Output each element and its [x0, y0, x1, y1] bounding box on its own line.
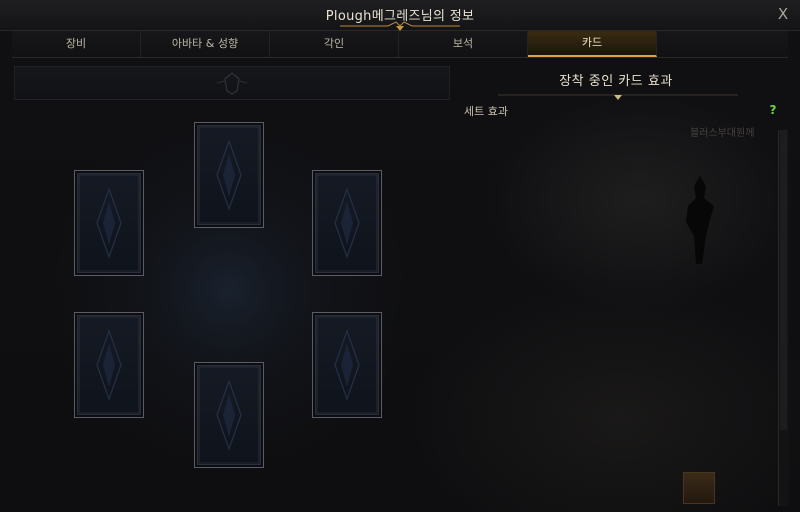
card-back-icon	[198, 126, 260, 224]
close-button[interactable]: X	[774, 5, 792, 23]
card-slot-1[interactable]	[194, 122, 264, 228]
card-back-icon	[78, 316, 140, 414]
tab-bar: 장비 아바타 & 성향 각인 보석 카드	[12, 31, 788, 58]
card-slot-5[interactable]	[312, 312, 382, 418]
background-overlay-text: 블러스부대원께	[690, 128, 755, 139]
help-icon: ?	[769, 103, 777, 117]
card-slot-6[interactable]	[194, 362, 264, 468]
card-back-icon	[316, 316, 378, 414]
help-button[interactable]: ?	[766, 102, 780, 118]
card-deck-header	[14, 66, 450, 100]
card-back-icon	[316, 174, 378, 272]
scroll-thumb[interactable]	[780, 130, 787, 430]
title-divider-icon	[498, 94, 738, 100]
card-slot-area	[14, 100, 448, 500]
tab-equipment[interactable]: 장비	[12, 31, 141, 57]
emblem-icon	[216, 72, 248, 95]
tab-avatar-personality[interactable]: 아바타 & 성향	[141, 31, 270, 57]
card-slot-2[interactable]	[74, 170, 144, 276]
effect-scrollbar[interactable]	[778, 130, 789, 506]
equipped-card-effect-title: 장착 중인 카드 효과	[559, 74, 673, 89]
tab-engravings[interactable]: 각인	[270, 31, 399, 57]
set-effect-row: 세트 효과 ?	[464, 102, 780, 120]
tab-empty	[657, 31, 788, 57]
close-icon: X	[777, 5, 789, 23]
card-back-icon	[198, 366, 260, 464]
tab-cards[interactable]: 카드	[528, 31, 657, 57]
card-back-icon	[78, 174, 140, 272]
corner-action-button[interactable]	[683, 472, 715, 504]
title-bar: Plough메그레즈님의 정보 X	[0, 0, 800, 31]
set-effect-label: 세트 효과	[464, 105, 508, 118]
card-slot-4[interactable]	[74, 312, 144, 418]
tab-gems[interactable]: 보석	[399, 31, 528, 57]
card-slot-3[interactable]	[312, 170, 382, 276]
